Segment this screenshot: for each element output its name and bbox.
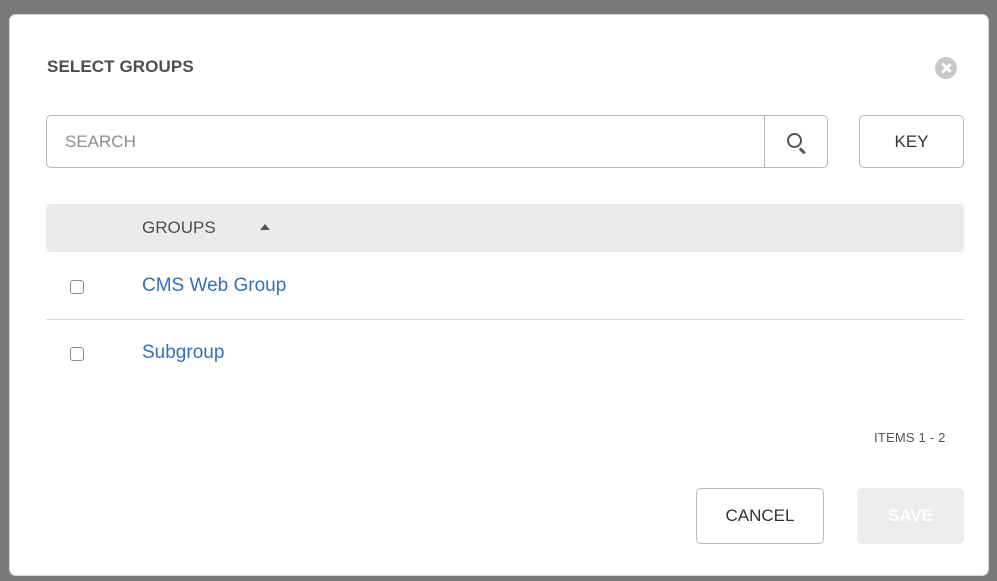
group-link[interactable]: CMS Web Group — [142, 275, 286, 297]
caret-up-icon[interactable] — [260, 224, 270, 230]
search-icon-handle — [799, 147, 806, 155]
row-checkbox[interactable] — [70, 280, 84, 294]
table-row: Subgroup — [46, 320, 964, 386]
search-icon — [787, 133, 802, 148]
search-bar — [46, 115, 828, 168]
table-row: CMS Web Group — [46, 253, 964, 320]
cancel-button[interactable]: CANCEL — [696, 488, 824, 544]
key-button[interactable]: KEY — [859, 115, 964, 168]
search-button[interactable] — [764, 116, 827, 167]
close-circle-icon[interactable] — [935, 57, 957, 79]
group-link[interactable]: Subgroup — [142, 342, 224, 364]
row-checkbox[interactable] — [70, 347, 84, 361]
search-input[interactable] — [47, 116, 764, 167]
select-groups-modal: SELECT GROUPS KEY GROUPS CMS Web Group S… — [10, 15, 988, 575]
groups-column-header[interactable]: GROUPS — [142, 218, 216, 238]
items-count: ITEMS 1 - 2 — [874, 430, 946, 445]
table-header: GROUPS — [46, 204, 964, 252]
modal-title: SELECT GROUPS — [47, 57, 194, 76]
save-button[interactable]: SAVE — [857, 488, 964, 544]
